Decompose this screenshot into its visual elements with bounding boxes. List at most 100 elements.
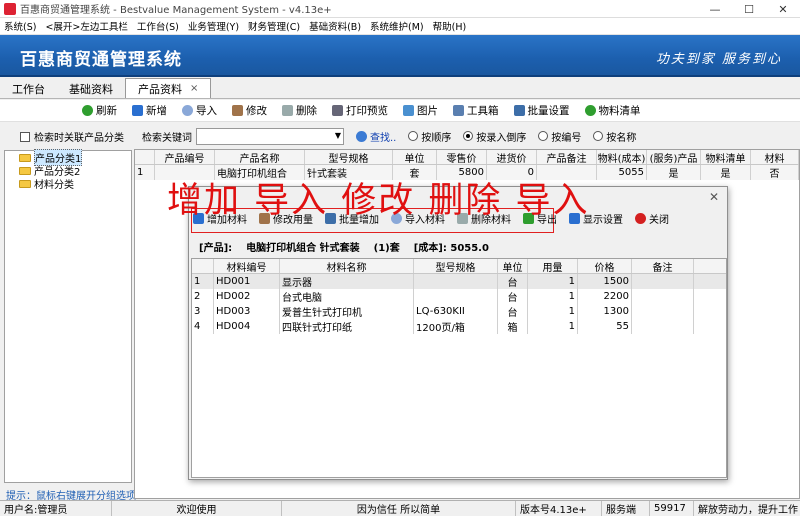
col-header[interactable]: 材料	[751, 150, 799, 164]
product-grid-header: 产品编号 产品名称 型号规格 单位 零售价 进货价 产品备注 物料(成本) (服…	[135, 150, 799, 165]
status-user: 用户名:管理员	[0, 501, 112, 516]
col-header[interactable]: 型号规格	[305, 150, 393, 164]
col-header[interactable]: 型号规格	[414, 259, 498, 273]
menu-finance[interactable]: 财务管理(C)	[248, 19, 300, 33]
col-header[interactable]: 物料(成本)	[597, 150, 647, 164]
edit-button[interactable]: 修改	[232, 103, 267, 118]
banner-slogan: 功夫到家 服务到心	[655, 52, 782, 67]
minimize-button[interactable]: —	[698, 0, 732, 18]
edit-icon	[232, 105, 243, 116]
table-row[interactable]: 1 HD001 显示器 台 1 1500	[192, 274, 726, 289]
toolbox-button[interactable]: 工具箱	[453, 103, 499, 118]
col-header[interactable]: 材料编号	[214, 259, 280, 273]
bom-button[interactable]: 物料清单	[584, 103, 641, 118]
maximize-button[interactable]: ☐	[732, 0, 766, 18]
col-header[interactable]: 备注	[632, 259, 694, 273]
left-pane: 检索时关联产品分类 产品分类1 产品分类2 材料分类 提示：鼠标右键展开分组选项	[0, 124, 136, 502]
tab-workbench[interactable]: 工作台	[0, 80, 57, 98]
menu-basic-data[interactable]: 基础资料(B)	[309, 19, 361, 33]
menu-system[interactable]: 系统(S)	[4, 19, 36, 33]
col-header[interactable]: 价格	[578, 259, 632, 273]
sort-by-order[interactable]: 按顺序	[408, 129, 451, 144]
dialog-close-icon[interactable]: ✕	[709, 190, 719, 204]
col-header[interactable]: (服务)产品	[647, 150, 701, 164]
menu-maintenance[interactable]: 系统维护(M)	[370, 19, 424, 33]
col-header[interactable]: 产品备注	[537, 150, 597, 164]
window-controls: — ☐ ✕	[698, 0, 800, 18]
search-label: 检索关键词	[142, 132, 192, 144]
app-icon	[4, 2, 16, 15]
menu-help[interactable]: 帮助(H)	[433, 19, 467, 33]
status-server: 服务端	[602, 501, 650, 516]
bom-icon	[584, 105, 596, 116]
title-bar: 百惠商贸通管理系统 - Bestvalue Management System …	[0, 0, 800, 18]
col-header[interactable]: 产品编号	[155, 150, 215, 164]
col-header[interactable]: 单位	[498, 259, 528, 273]
image-button[interactable]: 图片	[403, 103, 438, 118]
radio-icon	[538, 131, 549, 141]
table-row[interactable]: 3 HD003 爱普生针式打印机 LQ-630KII 台 1 1300	[192, 304, 726, 319]
category-link-option[interactable]: 检索时关联产品分类	[20, 129, 124, 144]
tab-product-data[interactable]: 产品资料 ×	[125, 78, 212, 98]
annotation-overlay: 增加 导入 修改 删除 导入	[167, 181, 590, 221]
close-button[interactable]: ✕	[766, 0, 800, 18]
sort-by-entry-desc[interactable]: 按录入倒序	[463, 129, 526, 144]
printer-icon	[332, 105, 343, 116]
product-cost: [成本]: 5055.0	[413, 243, 489, 254]
trash-icon	[282, 105, 293, 116]
table-row[interactable]: 4 HD004 四联针式打印纸 1200页/箱 箱 1 55	[192, 319, 726, 334]
col-header[interactable]: 产品名称	[215, 150, 305, 164]
status-welcome: 欢迎使用	[112, 501, 282, 516]
folder-icon	[19, 166, 31, 175]
status-motto: 因为信任 所以简单	[282, 501, 516, 516]
folder-icon	[19, 153, 31, 162]
col-header[interactable]: 进货价	[487, 150, 537, 164]
main-toolbar: 刷新 新增 导入 修改 删除 打印预览 图片 工具箱 批量设置 物料清单	[0, 100, 800, 122]
batch-icon	[513, 105, 525, 116]
tab-close-icon[interactable]: ×	[190, 83, 198, 94]
refresh-button[interactable]: 刷新	[82, 103, 117, 118]
bom-dialog: ✕ 增加材料 修改用量 批量增加 导入材料 删除材料 导出 显示设置 关闭 [产…	[188, 186, 728, 480]
col-header[interactable]: 单位	[393, 150, 437, 164]
col-header[interactable]: 物料清单	[701, 150, 751, 164]
category-tree: 产品分类1 产品分类2 材料分类	[4, 149, 132, 483]
menu-business[interactable]: 业务管理(Y)	[188, 19, 239, 33]
col-header[interactable]: 用量	[528, 259, 578, 273]
product-qty: (1)套	[373, 243, 400, 254]
refresh-icon	[82, 105, 93, 116]
folder-icon	[19, 179, 31, 188]
radio-icon	[593, 131, 604, 141]
search-icon	[356, 130, 367, 142]
category-link-checkbox[interactable]	[20, 131, 30, 142]
menu-expand-left-toolbar[interactable]: <展开>左边工具栏	[45, 19, 127, 33]
menu-workbench[interactable]: 工作台(S)	[137, 19, 179, 33]
table-row[interactable]: 2 HD002 台式电脑 台 1 2200	[192, 289, 726, 304]
tab-basic-data[interactable]: 基础资料	[57, 80, 125, 98]
sort-by-name[interactable]: 按名称	[593, 129, 636, 144]
col-header[interactable]	[135, 150, 155, 164]
product-name: 电脑打印机组合 针式套装	[246, 243, 360, 254]
image-icon	[403, 105, 414, 116]
find-button[interactable]: 查找..	[356, 129, 396, 144]
batch-settings-button[interactable]: 批量设置	[513, 103, 570, 118]
product-label: [产品]:	[199, 243, 233, 254]
status-slogan: 解放劳动力，提升工作	[698, 505, 798, 516]
import-icon	[182, 105, 193, 116]
material-grid: 材料编号 材料名称 型号规格 单位 用量 价格 备注 1 HD001 显示器 台…	[191, 258, 727, 478]
menu-bar: 系统(S) <展开>左边工具栏 工作台(S) 业务管理(Y) 财务管理(C) 基…	[0, 18, 800, 35]
window-title: 百惠商贸通管理系统 - Bestvalue Management System …	[20, 5, 332, 16]
chevron-down-icon[interactable]: ▼	[335, 131, 341, 140]
sort-by-code[interactable]: 按编号	[538, 129, 581, 144]
material-grid-header: 材料编号 材料名称 型号规格 单位 用量 价格 备注	[192, 259, 726, 274]
col-header[interactable]: 零售价	[437, 150, 487, 164]
col-header[interactable]: 材料名称	[280, 259, 414, 273]
add-button[interactable]: 新增	[132, 103, 167, 118]
col-header[interactable]	[192, 259, 214, 273]
status-bar: 用户名:管理员 欢迎使用 因为信任 所以简单 版本号4.13e+ 服务端 599…	[0, 500, 800, 516]
print-preview-button[interactable]: 打印预览	[332, 103, 388, 118]
status-port: 59917	[650, 501, 694, 516]
tree-node-material[interactable]: 材料分类	[5, 177, 131, 191]
search-input[interactable]: ▼	[196, 127, 344, 145]
delete-button[interactable]: 删除	[282, 103, 317, 118]
import-button[interactable]: 导入	[182, 103, 217, 118]
